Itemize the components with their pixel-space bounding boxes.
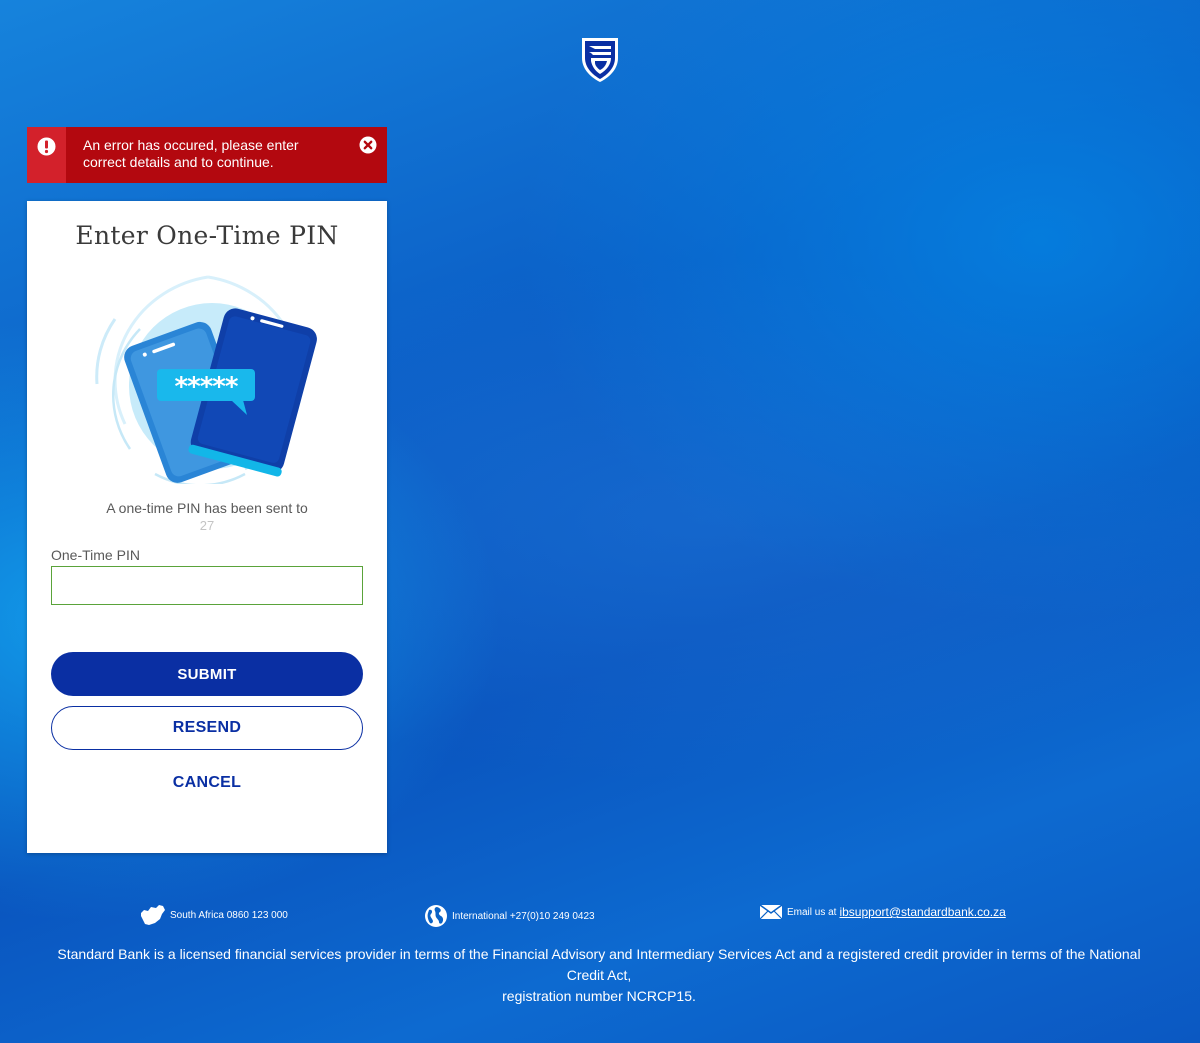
footer-contact-south-africa: South Africa 0860 123 000	[140, 904, 288, 926]
error-banner: An error has occured, please enter corre…	[27, 127, 387, 183]
error-message: An error has occured, please enter corre…	[83, 137, 299, 170]
south-africa-phone: South Africa 0860 123 000	[170, 909, 288, 921]
support-email-link[interactable]: ibsupport@standardbank.co.za	[839, 905, 1005, 919]
legal-line-1: Standard Bank is a licensed financial se…	[57, 946, 1141, 983]
standard-bank-logo	[578, 34, 622, 84]
cancel-button[interactable]: CANCEL	[51, 766, 363, 800]
page-title: Enter One-Time PIN	[75, 221, 339, 250]
international-phone: International +27(0)10 249 0423	[452, 910, 595, 922]
phones-otp-illustration: *****	[95, 275, 317, 487]
resend-button[interactable]: RESEND	[51, 706, 363, 750]
otp-card: Enter One-Time PIN ***** A one-time PIN …	[27, 201, 387, 853]
legal-line-2: registration number NCRCP15.	[502, 988, 696, 1004]
otp-sent-number: 27	[199, 518, 215, 533]
otp-field-label: One-Time PIN	[51, 547, 140, 563]
otp-illustration: *****	[95, 274, 321, 487]
south-africa-map-icon	[141, 905, 165, 925]
footer-contact-email: Email us at ibsupport@standardbank.co.za	[759, 904, 1006, 920]
standard-bank-shield-icon	[582, 38, 618, 82]
submit-button[interactable]: SUBMIT	[51, 652, 363, 696]
email-prefix: Email us at	[787, 906, 837, 918]
legal-disclaimer: Standard Bank is a licensed financial se…	[40, 944, 1158, 1007]
error-icon-container	[27, 127, 66, 183]
otp-input[interactable]	[51, 566, 363, 605]
globe-icon	[425, 905, 447, 927]
footer-contact-international: International +27(0)10 249 0423	[424, 904, 595, 928]
close-circle-icon[interactable]	[359, 136, 377, 154]
otp-sent-message: A one-time PIN has been sent to	[106, 500, 308, 516]
exclamation-icon	[37, 137, 56, 156]
svg-text:*****: *****	[175, 372, 239, 402]
envelope-icon	[759, 904, 783, 920]
close-error-button[interactable]	[359, 136, 377, 154]
